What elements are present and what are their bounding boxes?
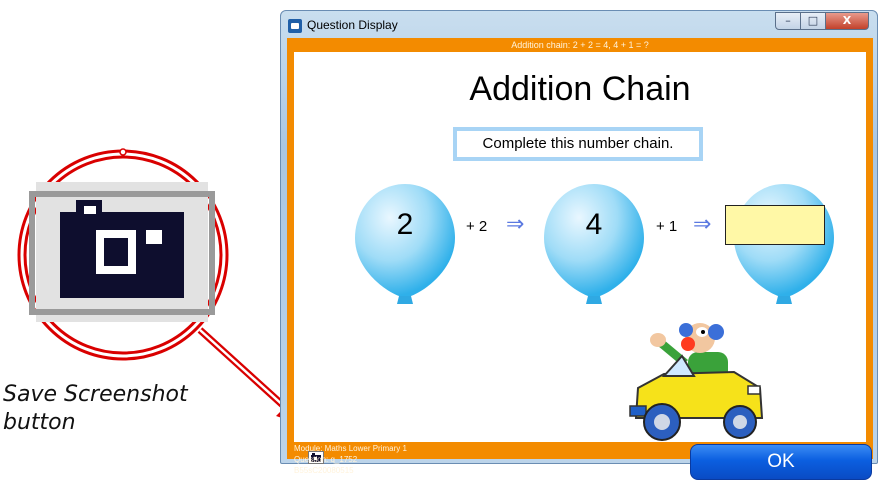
balloon-icon [544, 184, 644, 304]
camera-icon [60, 200, 184, 298]
minimize-icon: – [785, 14, 791, 27]
question-footer: Module: Maths Lower Primary 1 Question: … [294, 443, 694, 476]
balloon-3 [732, 182, 836, 308]
footer-module: Module: Maths Lower Primary 1 [294, 444, 407, 453]
question-content: Addition Chain Complete this number chai… [294, 52, 866, 464]
question-summary: Addition chain: 2 + 2 = 4, 4 + 1 = ? [511, 40, 649, 50]
ok-button[interactable]: OK [690, 444, 872, 480]
question-title: Addition Chain [469, 70, 691, 108]
question-frame: Addition chain: 2 + 2 = 4, 4 + 1 = ? Add… [287, 38, 873, 480]
minimize-button[interactable]: – [775, 12, 801, 30]
callout-caption: Save Screenshot button [3, 381, 253, 433]
footer-code: B55sC20080515 [294, 466, 354, 475]
title-bar[interactable]: Question Display – □ X [281, 11, 877, 38]
operation-label: + 2 [466, 218, 488, 235]
arrow-right-icon: ⇒ [506, 212, 525, 237]
question-display-window: Question Display – □ X Addition chain: 2… [280, 10, 878, 480]
close-button[interactable]: X [825, 12, 869, 30]
operation-label: + 1 [656, 218, 678, 235]
balloon-icon [734, 184, 834, 304]
footer-question: Question: q_1752 [294, 455, 358, 464]
balloon-value: 4 [585, 208, 603, 241]
balloon-value: 2 [396, 208, 414, 241]
arrow-right-icon: ⇒ [693, 212, 712, 237]
window-title: Question Display [307, 18, 398, 32]
close-icon: X [842, 14, 852, 27]
instruction-box: Complete this number chain. [453, 127, 703, 161]
clown-car-illustration [629, 323, 764, 441]
balloon-icon [355, 184, 455, 304]
balloon-1: 2 [353, 182, 457, 308]
callout-magnifier [17, 148, 229, 361]
maximize-icon: □ [807, 14, 819, 27]
balloon-2: 4 [542, 182, 646, 308]
maximize-button[interactable]: □ [800, 12, 826, 30]
answer-input[interactable] [725, 205, 825, 245]
app-icon[interactable] [288, 19, 302, 33]
caption-line-1: Save Screenshot [3, 382, 188, 407]
caption-line-2: button [3, 410, 76, 433]
